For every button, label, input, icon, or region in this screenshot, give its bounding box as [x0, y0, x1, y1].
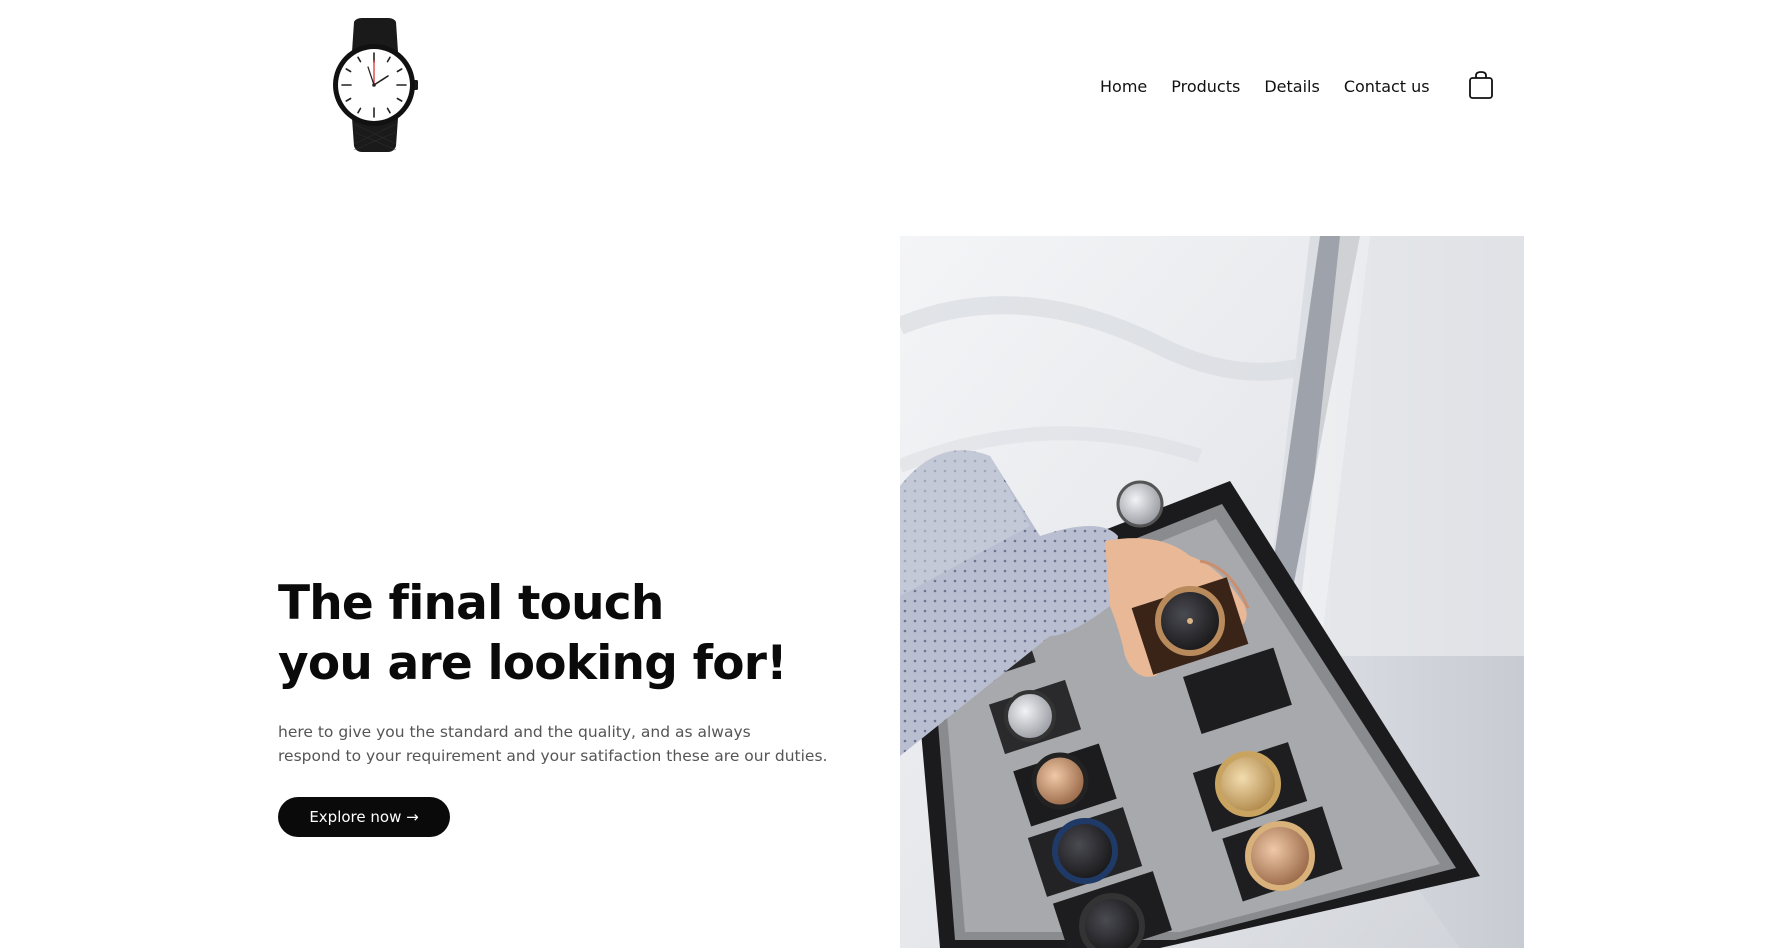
wristwatch-logo-icon[interactable] — [332, 18, 418, 152]
hero-title-line-1: The final touch — [278, 576, 664, 631]
hero-description-line-1: here to give you the standard and the qu… — [278, 723, 751, 741]
nav-details-link[interactable]: Details — [1264, 76, 1319, 98]
shopping-bag-icon[interactable] — [1466, 70, 1496, 100]
hero-title: The final touch you are looking for! — [278, 574, 788, 694]
nav-home-link[interactable]: Home — [1100, 76, 1147, 98]
hero-title-line-2: you are looking for! — [278, 636, 788, 691]
hero-image — [900, 236, 1524, 948]
hero-description: here to give you the standard and the qu… — [278, 720, 878, 768]
page: Home Products Details Contact us The fin… — [0, 0, 1771, 952]
main-nav: Home Products Details Contact us — [1100, 76, 1430, 98]
hero-description-line-2: respond to your requirement and your sat… — [278, 747, 828, 765]
explore-now-button[interactable]: Explore now → — [278, 797, 450, 837]
nav-products-link[interactable]: Products — [1171, 76, 1240, 98]
nav-contact-link[interactable]: Contact us — [1344, 76, 1430, 98]
